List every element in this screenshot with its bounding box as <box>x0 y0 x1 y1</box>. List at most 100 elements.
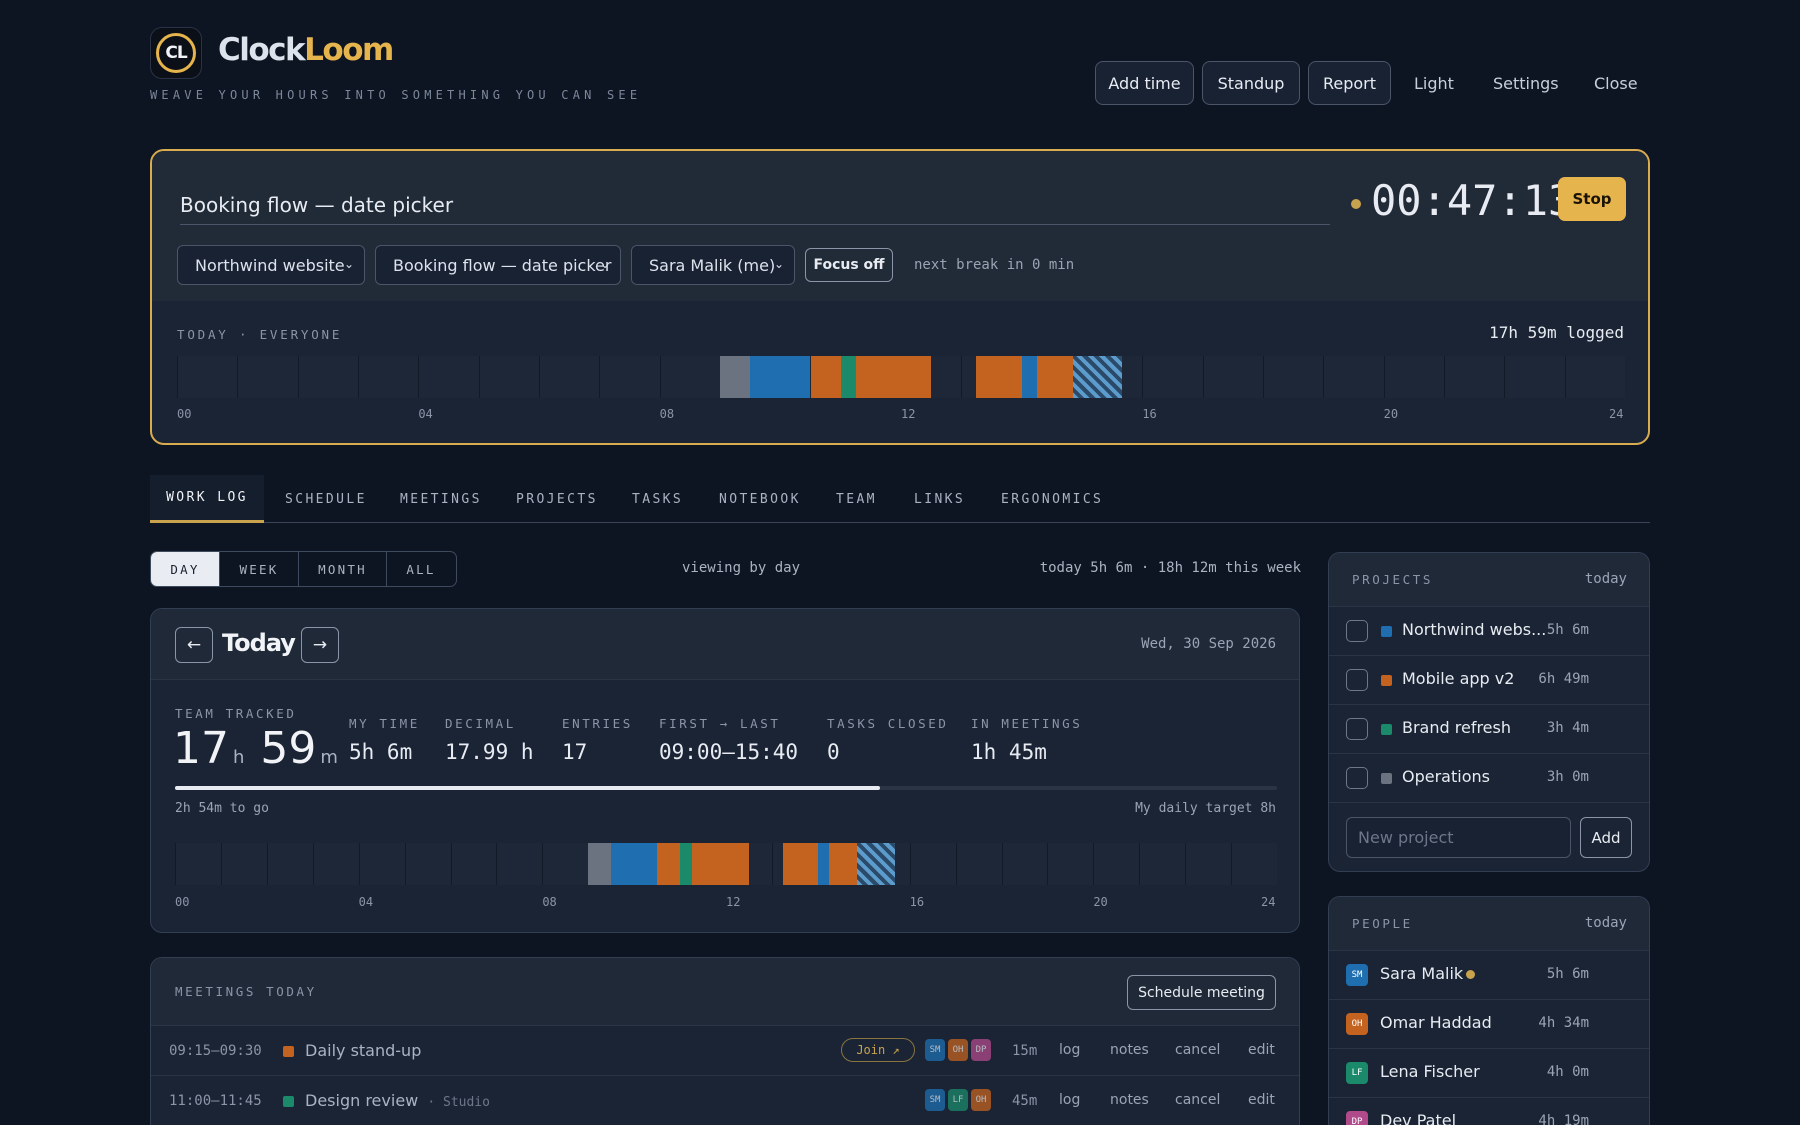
person-avatar: LF <box>1346 1062 1368 1084</box>
period-all[interactable]: ALL <box>387 552 455 586</box>
meeting-row[interactable]: 09:15–09:30 Daily stand-up Join ↗ SM OH … <box>151 1026 1299 1076</box>
add-project-button[interactable]: Add <box>1580 817 1632 858</box>
timeline-hour-cell <box>418 356 478 398</box>
timeline-entry-segment[interactable] <box>750 356 811 398</box>
task-description-input[interactable]: Booking flow — date picker <box>180 187 1330 225</box>
meeting-edit-link[interactable]: edit <box>1248 1042 1275 1058</box>
project-row[interactable]: Brand refresh 3h 4m <box>1329 705 1649 754</box>
task-select[interactable]: Booking flow — date picker ⌄ <box>375 245 621 285</box>
tab-schedule[interactable]: SCHEDULE <box>285 475 367 523</box>
period-month[interactable]: MONTH <box>299 552 387 586</box>
timeline-entry-segment[interactable] <box>691 843 749 885</box>
timeline-entry-segment[interactable] <box>680 843 692 885</box>
tab-projects[interactable]: PROJECTS <box>516 475 598 523</box>
timeline-tick-label: 12 <box>901 407 916 421</box>
settings-link[interactable]: Settings <box>1493 61 1559 105</box>
meeting-room: · Studio <box>427 1095 490 1110</box>
timeline-entry-segment[interactable] <box>657 843 681 885</box>
tab-ergonomics[interactable]: ERGONOMICS <box>1001 475 1103 523</box>
timeline-hour-cell <box>599 356 659 398</box>
chevron-down-icon: ⌄ <box>773 257 784 271</box>
add-time-button[interactable]: Add time <box>1095 61 1194 105</box>
timeline-entry-segment[interactable] <box>855 356 932 398</box>
timeline-tick-label: 00 <box>175 895 190 909</box>
in-meetings-label: IN MEETINGS <box>971 716 1083 731</box>
entries-label: ENTRIES <box>562 716 633 731</box>
focus-toggle[interactable]: Focus off <box>805 248 893 282</box>
timeline-entry-segment[interactable] <box>817 843 830 885</box>
meeting-cancel-link[interactable]: cancel <box>1175 1092 1220 1108</box>
person-avatar: DP <box>1346 1111 1368 1125</box>
timeline-tick-label: 04 <box>358 895 374 909</box>
logged-total: 17h 59m logged <box>1489 323 1624 342</box>
project-row[interactable]: Mobile app v2 6h 49m <box>1329 656 1649 705</box>
project-checkbox[interactable] <box>1346 620 1368 642</box>
timeline-entry-segment[interactable] <box>588 843 612 885</box>
timeline-entry-segment[interactable] <box>976 356 1022 398</box>
timeline-entry-segment[interactable] <box>720 356 751 398</box>
timeline-hour-cell <box>1383 356 1444 398</box>
person-select[interactable]: Sara Malik (me) ⌄ <box>631 245 795 285</box>
meeting-notes-link[interactable]: notes <box>1110 1092 1149 1108</box>
meeting-edit-link[interactable]: edit <box>1248 1092 1275 1108</box>
meeting-cancel-link[interactable]: cancel <box>1175 1042 1220 1058</box>
timeline-hour-cell <box>1323 356 1383 398</box>
team-tracked-label: TEAM TRACKED <box>175 706 297 721</box>
project-checkbox[interactable] <box>1346 767 1368 789</box>
meeting-notes-link[interactable]: notes <box>1110 1042 1149 1058</box>
timeline-entry-segment[interactable] <box>856 843 895 885</box>
tab-team[interactable]: TEAM <box>836 475 877 523</box>
meeting-time: 09:15–09:30 <box>169 1043 262 1059</box>
meeting-log-link[interactable]: log <box>1059 1042 1080 1058</box>
schedule-meeting-button[interactable]: Schedule meeting <box>1127 975 1276 1010</box>
project-name: Northwind webs... <box>1402 620 1547 639</box>
timeline-entry-segment[interactable] <box>1036 356 1073 398</box>
day-card: ← Today → Wed, 30 Sep 2026 TEAM TRACKED … <box>150 608 1300 933</box>
report-button[interactable]: Report <box>1308 61 1391 105</box>
meeting-color-square <box>283 1046 294 1057</box>
join-meeting-button[interactable]: Join ↗ <box>841 1038 915 1062</box>
elapsed-time: 00:47:13 <box>1371 176 1574 225</box>
people-panel-title: PEOPLE <box>1352 916 1413 931</box>
timeline-entry-segment[interactable] <box>1021 356 1037 398</box>
tab-notebook[interactable]: NOTEBOOK <box>719 475 801 523</box>
timeline-entry-segment[interactable] <box>810 356 841 398</box>
timeline-tick-label: 16 <box>1142 407 1157 421</box>
stop-button[interactable]: Stop <box>1558 177 1626 221</box>
period-day[interactable]: DAY <box>151 552 220 586</box>
project-row[interactable]: Operations 3h 0m <box>1329 754 1649 803</box>
app-tagline: WEAVE YOUR HOURS INTO SOMETHING YOU CAN … <box>150 88 642 102</box>
person-row[interactable]: DP Dev Patel 4h 19m <box>1329 1098 1649 1125</box>
project-checkbox[interactable] <box>1346 669 1368 691</box>
timeline-entry-segment[interactable] <box>783 843 818 885</box>
next-day-button[interactable]: → <box>301 627 339 663</box>
project-checkbox[interactable] <box>1346 718 1368 740</box>
standup-button[interactable]: Standup <box>1202 61 1300 105</box>
timeline-entry-segment[interactable] <box>829 843 857 885</box>
person-row[interactable]: SM Sara Malik 5h 6m <box>1329 951 1649 1000</box>
tab-links[interactable]: LINKS <box>914 475 965 523</box>
tab-tasks[interactable]: TASKS <box>632 475 683 523</box>
person-avatar: SM <box>1346 964 1368 986</box>
person-row[interactable]: OH Omar Haddad 4h 34m <box>1329 1000 1649 1049</box>
period-week[interactable]: WEEK <box>220 552 299 586</box>
new-project-input[interactable]: New project <box>1346 817 1571 858</box>
person-row[interactable]: LF Lena Fischer 4h 0m <box>1329 1049 1649 1098</box>
person-time: 4h 34m <box>1538 1015 1589 1031</box>
project-select[interactable]: Northwind website ⌄ <box>177 245 365 285</box>
prev-day-button[interactable]: ← <box>175 627 213 663</box>
tab-meetings[interactable]: MEETINGS <box>400 475 482 523</box>
meeting-row[interactable]: 11:00–11:45 Design review · Studio SM LF… <box>151 1076 1299 1125</box>
timeline-entry-segment[interactable] <box>840 356 856 398</box>
close-link[interactable]: Close <box>1594 61 1638 105</box>
running-indicator <box>1351 199 1361 209</box>
timeline-entry-segment[interactable] <box>611 843 658 885</box>
meeting-log-link[interactable]: log <box>1059 1092 1080 1108</box>
timeline-entry-segment[interactable] <box>1072 356 1123 398</box>
timeline-hour-cell <box>177 356 237 398</box>
project-time: 6h 49m <box>1538 671 1589 687</box>
project-row[interactable]: Northwind webs... 5h 6m <box>1329 607 1649 656</box>
light-theme-toggle[interactable]: Light <box>1414 61 1454 105</box>
project-color-square <box>1381 773 1392 784</box>
tab-work-log[interactable]: WORK LOG <box>150 475 264 523</box>
